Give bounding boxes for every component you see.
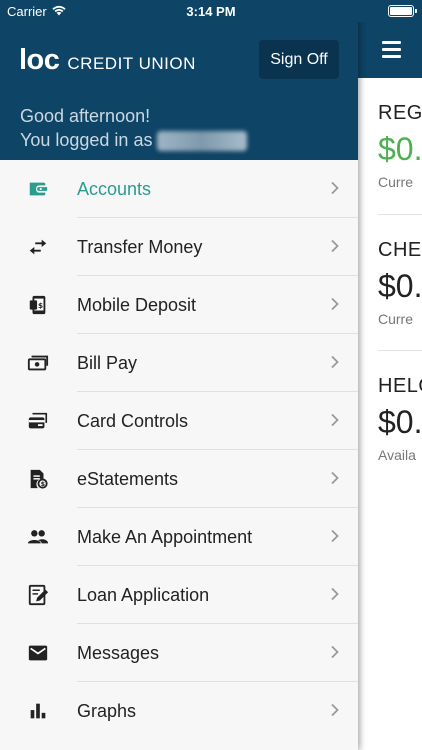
mail-icon [28, 645, 48, 661]
menu-item-card-controls[interactable]: Card Controls [0, 392, 358, 450]
accounts-panel: REGU $0. Curre CHEC $0. Curre HELO $0. A… [358, 0, 422, 750]
statement-icon: $ [30, 469, 48, 489]
account-name: REGU [378, 102, 422, 124]
people-icon [27, 530, 49, 544]
chevron-right-icon [331, 471, 339, 485]
menu-item-label: Transfer Money [77, 237, 203, 257]
account-card-2[interactable]: CHEC $0. Curre [378, 239, 422, 327]
navigation-drawer: loc CREDIT UNION Sign Off Good afternoon… [0, 0, 358, 750]
chevron-right-icon [331, 297, 339, 311]
logo-text: CREDIT UNION [67, 54, 196, 73]
chevron-right-icon [331, 239, 339, 253]
account-balance-label: Availa [378, 447, 416, 463]
menu-item-transfer-money[interactable]: Transfer Money [0, 218, 358, 276]
hamburger-menu-icon[interactable] [382, 41, 401, 58]
menu-item-messages[interactable]: Messages [0, 624, 358, 682]
cash-icon [27, 355, 49, 371]
credit-card-icon [28, 412, 48, 429]
divider [378, 350, 422, 351]
menu-item-label: Bill Pay [77, 353, 138, 373]
menu-item-mobile-deposit[interactable]: $ Mobile Deposit [0, 276, 358, 334]
wallet-icon [29, 182, 48, 196]
menu-item-bill-pay[interactable]: Bill Pay [0, 334, 358, 392]
mobile-deposit-icon: $ [29, 295, 46, 315]
menu-item-label: Graphs [77, 701, 137, 721]
menu-item-label: Make An Appointment [77, 527, 253, 547]
account-name: HELO [378, 375, 422, 397]
masked-username [157, 131, 248, 152]
menu-item-make-an-appointment[interactable]: Make An Appointment [0, 508, 358, 566]
menu-item-accounts[interactable]: Accounts [0, 160, 358, 218]
account-balance: $0. [378, 404, 422, 440]
credit-union-logo: loc CREDIT UNION [19, 44, 196, 77]
divider [378, 214, 422, 215]
greeting: Good afternoon! You logged in as [20, 104, 248, 152]
chevron-right-icon [331, 181, 339, 195]
transfer-arrows-icon [29, 239, 47, 255]
clock: 3:14 PM [186, 4, 236, 19]
menu-item-label: Mobile Deposit [77, 295, 197, 315]
account-balance-label: Curre [378, 174, 414, 190]
menu-item-label: Card Controls [77, 411, 189, 431]
chevron-right-icon [331, 413, 339, 427]
account-card-3[interactable]: HELO $0. Availa [378, 375, 422, 463]
drawer-header: loc CREDIT UNION Sign Off Good afternoon… [0, 0, 358, 160]
bar-chart-icon [30, 703, 46, 719]
application-icon [28, 584, 49, 606]
greeting-line: Good afternoon! [20, 106, 151, 126]
chevron-right-icon [331, 355, 339, 369]
menu-item-label: Loan Application [77, 585, 210, 605]
drawer-menu: Accounts Transfer Money $ Mobile Deposit [0, 160, 358, 740]
account-balance: $0. [378, 131, 422, 167]
login-line: You logged in as [20, 128, 248, 152]
account-balance: $0. [378, 268, 422, 304]
logo-mark: loc [19, 44, 60, 76]
menu-item-label: eStatements [77, 469, 179, 489]
login-label: You logged in as [20, 130, 153, 150]
menu-item-graphs[interactable]: Graphs [0, 682, 358, 740]
svg-text:$: $ [41, 480, 46, 488]
main-header [358, 22, 422, 78]
account-name: CHEC [378, 239, 422, 261]
account-balance-label: Curre [378, 311, 414, 327]
menu-item-label: Accounts [77, 179, 152, 199]
battery-icon [388, 5, 417, 17]
menu-item-label: Messages [77, 643, 160, 663]
chevron-right-icon [331, 529, 339, 543]
svg-text:$: $ [38, 301, 43, 310]
chevron-right-icon [331, 645, 339, 659]
sign-off-button[interactable]: Sign Off [259, 40, 339, 79]
chevron-right-icon [331, 587, 339, 601]
account-card-1[interactable]: REGU $0. Curre [378, 102, 422, 190]
menu-item-estatements[interactable]: $ eStatements [0, 450, 358, 508]
status-bar: Carrier 3:14 PM [0, 0, 422, 22]
chevron-right-icon [331, 703, 339, 717]
menu-item-loan-application[interactable]: Loan Application [0, 566, 358, 624]
